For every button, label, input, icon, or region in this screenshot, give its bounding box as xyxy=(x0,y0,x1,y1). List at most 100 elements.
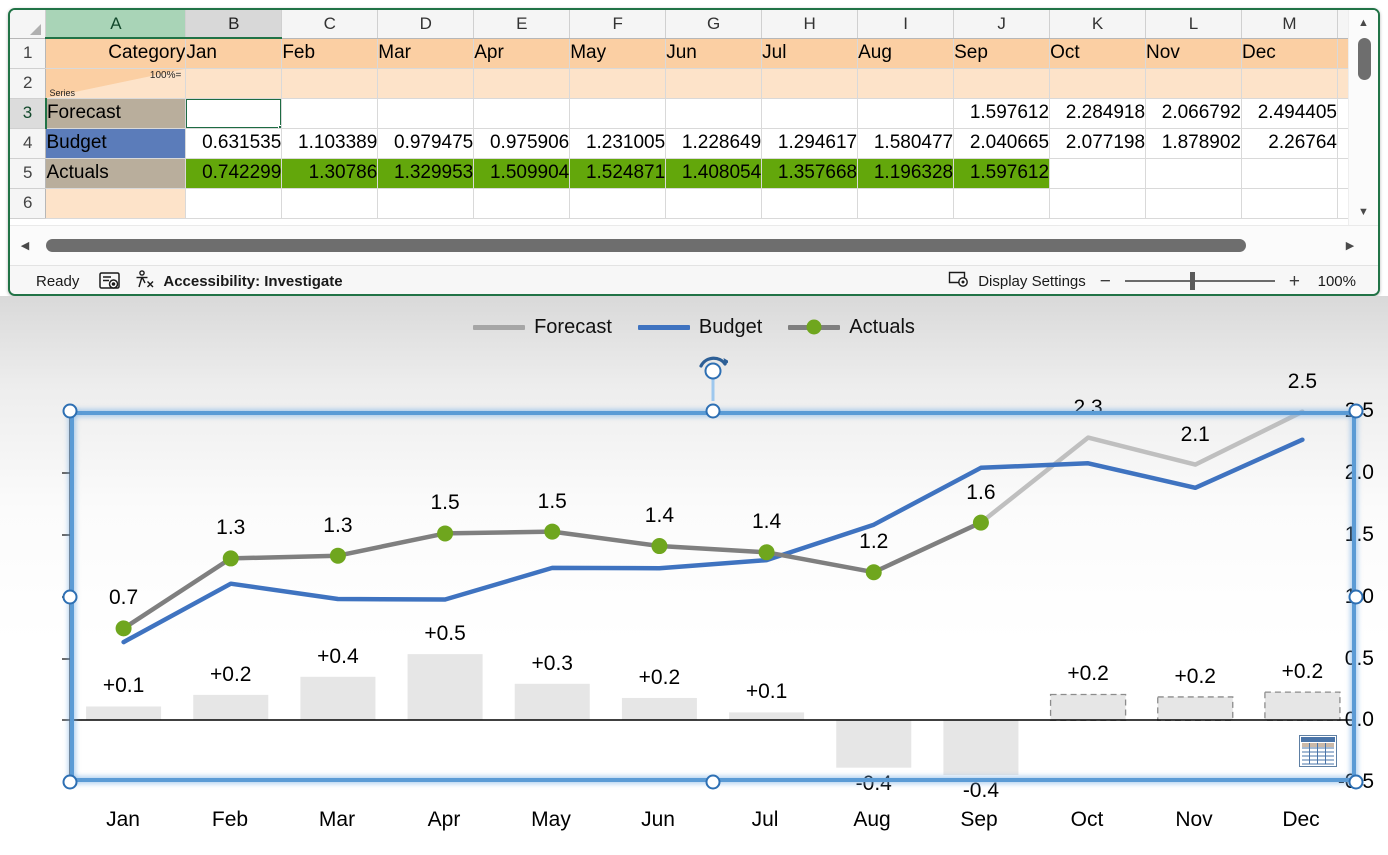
cell-g1[interactable]: Jun xyxy=(665,38,763,69)
column-header-h[interactable]: H xyxy=(761,10,859,39)
zoom-in-button[interactable]: + xyxy=(1289,272,1300,291)
spreadsheet-table[interactable]: A B C D E F G H I J K L M 1 Category Jan… xyxy=(10,10,1378,219)
cell-k1[interactable]: Oct xyxy=(1049,38,1147,69)
row-header-2[interactable]: 2 xyxy=(10,68,47,99)
cell-d6[interactable] xyxy=(377,188,475,219)
cell-h1[interactable]: Jul xyxy=(761,38,859,69)
zoom-slider-thumb[interactable] xyxy=(1189,272,1195,290)
column-header-j[interactable]: J xyxy=(953,10,1051,39)
cell-a5[interactable]: Actuals xyxy=(45,158,187,189)
cell-f5[interactable]: 1.524871 xyxy=(569,158,667,189)
cell-k5[interactable] xyxy=(1049,158,1147,189)
cell-l4[interactable]: 1.878902 xyxy=(1145,128,1242,159)
spreadsheet-grid[interactable]: A B C D E F G H I J K L M 1 Category Jan… xyxy=(10,10,1378,225)
cell-k2[interactable] xyxy=(1049,68,1147,99)
cell-g2[interactable] xyxy=(665,68,763,99)
cell-i3[interactable] xyxy=(857,98,955,129)
cell-b3[interactable] xyxy=(185,98,283,129)
cell-h6[interactable] xyxy=(761,188,859,219)
cell-i6[interactable] xyxy=(857,188,955,219)
cell-j2[interactable] xyxy=(953,68,1051,99)
cell-m2[interactable] xyxy=(1241,68,1338,99)
cell-f3[interactable] xyxy=(569,98,667,129)
cell-l2[interactable] xyxy=(1145,68,1242,99)
table-row[interactable]: 4 Budget 0.631535 1.103389 0.979475 0.97… xyxy=(10,128,1378,159)
cell-d4[interactable]: 0.979475 xyxy=(377,128,475,159)
row-header-1[interactable]: 1 xyxy=(10,38,47,69)
cell-l3[interactable]: 2.066792 xyxy=(1145,98,1242,129)
column-header-l[interactable]: L xyxy=(1145,10,1242,39)
cell-b2[interactable] xyxy=(185,68,283,99)
cell-f6[interactable] xyxy=(569,188,667,219)
column-header-c[interactable]: C xyxy=(281,10,379,39)
cell-i5[interactable]: 1.196328 xyxy=(857,158,955,189)
cell-h5[interactable]: 1.357668 xyxy=(761,158,859,189)
column-header-f[interactable]: F xyxy=(569,10,667,39)
cell-e6[interactable] xyxy=(473,188,571,219)
fill-handle[interactable] xyxy=(278,124,281,127)
cell-k6[interactable] xyxy=(1049,188,1147,219)
cell-a2[interactable]: 100%= Series xyxy=(45,68,187,99)
cell-e2[interactable] xyxy=(473,68,571,99)
cell-e3[interactable] xyxy=(473,98,571,129)
legend-item-actuals[interactable]: Actuals xyxy=(788,316,915,339)
cell-i4[interactable]: 1.580477 xyxy=(857,128,955,159)
cell-l6[interactable] xyxy=(1145,188,1242,219)
cell-c1[interactable]: Feb xyxy=(281,38,379,69)
cell-k4[interactable]: 2.077198 xyxy=(1049,128,1147,159)
cell-a6[interactable] xyxy=(45,188,187,219)
cell-j1[interactable]: Sep xyxy=(953,38,1051,69)
cell-h3[interactable] xyxy=(761,98,859,129)
cell-g4[interactable]: 1.228649 xyxy=(665,128,763,159)
vertical-scrollbar[interactable]: ▲ ▼ xyxy=(1348,10,1378,225)
cell-d3[interactable] xyxy=(377,98,475,129)
accessibility-status[interactable]: Accessibility: Investigate xyxy=(134,269,343,293)
cell-e4[interactable]: 0.975906 xyxy=(473,128,571,159)
cell-j3[interactable]: 1.597612 xyxy=(953,98,1051,129)
row-header-6[interactable]: 6 xyxy=(10,188,47,219)
cell-b6[interactable] xyxy=(185,188,283,219)
scroll-up-icon[interactable]: ▲ xyxy=(1349,10,1379,36)
scroll-down-icon[interactable]: ▼ xyxy=(1349,199,1379,225)
cell-g5[interactable]: 1.408054 xyxy=(665,158,763,189)
legend-item-budget[interactable]: Budget xyxy=(637,316,762,339)
cell-b4[interactable]: 0.631535 xyxy=(185,128,283,159)
row-header-5[interactable]: 5 xyxy=(10,158,47,189)
cell-c4[interactable]: 1.103389 xyxy=(281,128,379,159)
zoom-out-button[interactable]: − xyxy=(1100,272,1111,291)
cell-j5[interactable]: 1.597612 xyxy=(953,158,1051,189)
column-header-a[interactable]: A xyxy=(45,10,187,39)
cell-g3[interactable] xyxy=(665,98,763,129)
cell-h2[interactable] xyxy=(761,68,859,99)
cell-e1[interactable]: Apr xyxy=(473,38,571,69)
scroll-left-icon[interactable]: ◀ xyxy=(10,239,40,252)
table-row[interactable]: 3 Forecast 1.597612 2.284918 2.066792 2.… xyxy=(10,98,1378,129)
row-header-4[interactable]: 4 xyxy=(10,128,47,159)
cell-m5[interactable] xyxy=(1241,158,1338,189)
select-all-corner[interactable] xyxy=(10,10,47,39)
zoom-level-label[interactable]: 100% xyxy=(1314,273,1356,290)
cell-d1[interactable]: Mar xyxy=(377,38,475,69)
record-macro-icon[interactable] xyxy=(99,271,121,291)
cell-m3[interactable]: 2.494405 xyxy=(1241,98,1338,129)
cell-i1[interactable]: Aug xyxy=(857,38,955,69)
display-settings-button[interactable]: Display Settings xyxy=(948,270,1086,293)
cell-f4[interactable]: 1.231005 xyxy=(569,128,667,159)
cell-f2[interactable] xyxy=(569,68,667,99)
column-header-m[interactable]: M xyxy=(1241,10,1338,39)
cell-d2[interactable] xyxy=(377,68,475,99)
zoom-slider[interactable] xyxy=(1124,272,1275,290)
cell-c6[interactable] xyxy=(281,188,379,219)
table-row[interactable]: 1 Category Jan Feb Mar Apr May Jun Jul A… xyxy=(10,38,1378,69)
horizontal-scroll-thumb[interactable] xyxy=(46,239,1246,252)
cell-l5[interactable] xyxy=(1145,158,1242,189)
column-header-k[interactable]: K xyxy=(1049,10,1147,39)
legend-item-forecast[interactable]: Forecast xyxy=(473,316,612,339)
vertical-scroll-thumb[interactable] xyxy=(1358,38,1371,80)
scroll-right-icon[interactable]: ▶ xyxy=(1322,239,1378,252)
cell-a4[interactable]: Budget xyxy=(45,128,187,159)
cell-k3[interactable]: 2.284918 xyxy=(1049,98,1147,129)
chart-area[interactable]: Forecast Budget Actuals xyxy=(0,296,1388,855)
cell-c2[interactable] xyxy=(281,68,379,99)
cell-b5[interactable]: 0.742299 xyxy=(185,158,283,189)
